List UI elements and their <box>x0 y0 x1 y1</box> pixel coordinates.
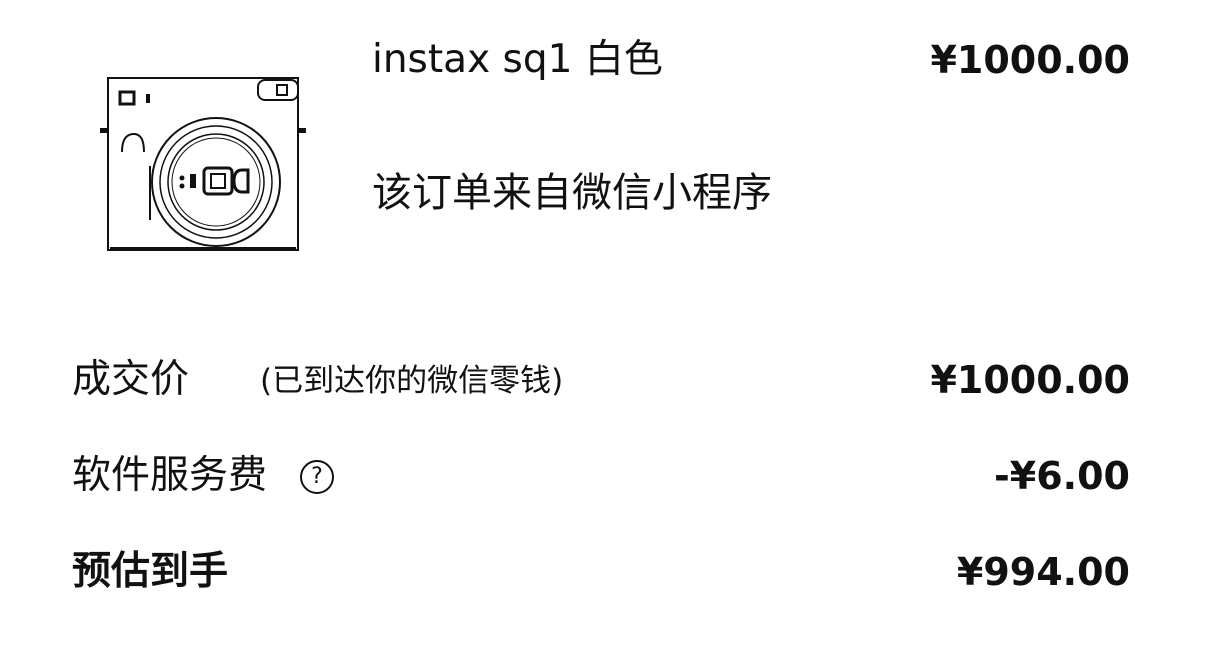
product-price: ¥1000.00 <box>930 38 1130 82</box>
product-card[interactable]: instax sq1 白色 ¥1000.00 该订单来自微信小程序 <box>0 0 1206 290</box>
order-source-text: 该订单来自微信小程序 <box>372 170 772 216</box>
product-title: instax sq1 白色 <box>372 37 663 82</box>
estimated-income-label: 预估到手 <box>72 549 229 594</box>
deal-price-row: 成交价 (已到达你的微信零钱) ¥1000.00 <box>72 350 1130 410</box>
estimated-income-amount: ¥994.00 <box>956 550 1130 594</box>
deal-price-amount: ¥1000.00 <box>930 358 1130 402</box>
estimated-income-row: 预估到手 ¥994.00 <box>72 542 1130 602</box>
question-circle-icon[interactable]: ? <box>300 460 334 494</box>
service-fee-row: 软件服务费 ? -¥6.00 <box>72 446 1130 506</box>
deal-price-note: (已到达你的微信零钱) <box>260 363 564 399</box>
instant-camera-icon <box>100 77 306 251</box>
deal-price-label: 成交价 <box>72 357 190 402</box>
product-image[interactable] <box>96 70 316 260</box>
service-fee-label: 软件服务费 <box>72 453 268 498</box>
service-fee-amount: -¥6.00 <box>994 454 1130 498</box>
